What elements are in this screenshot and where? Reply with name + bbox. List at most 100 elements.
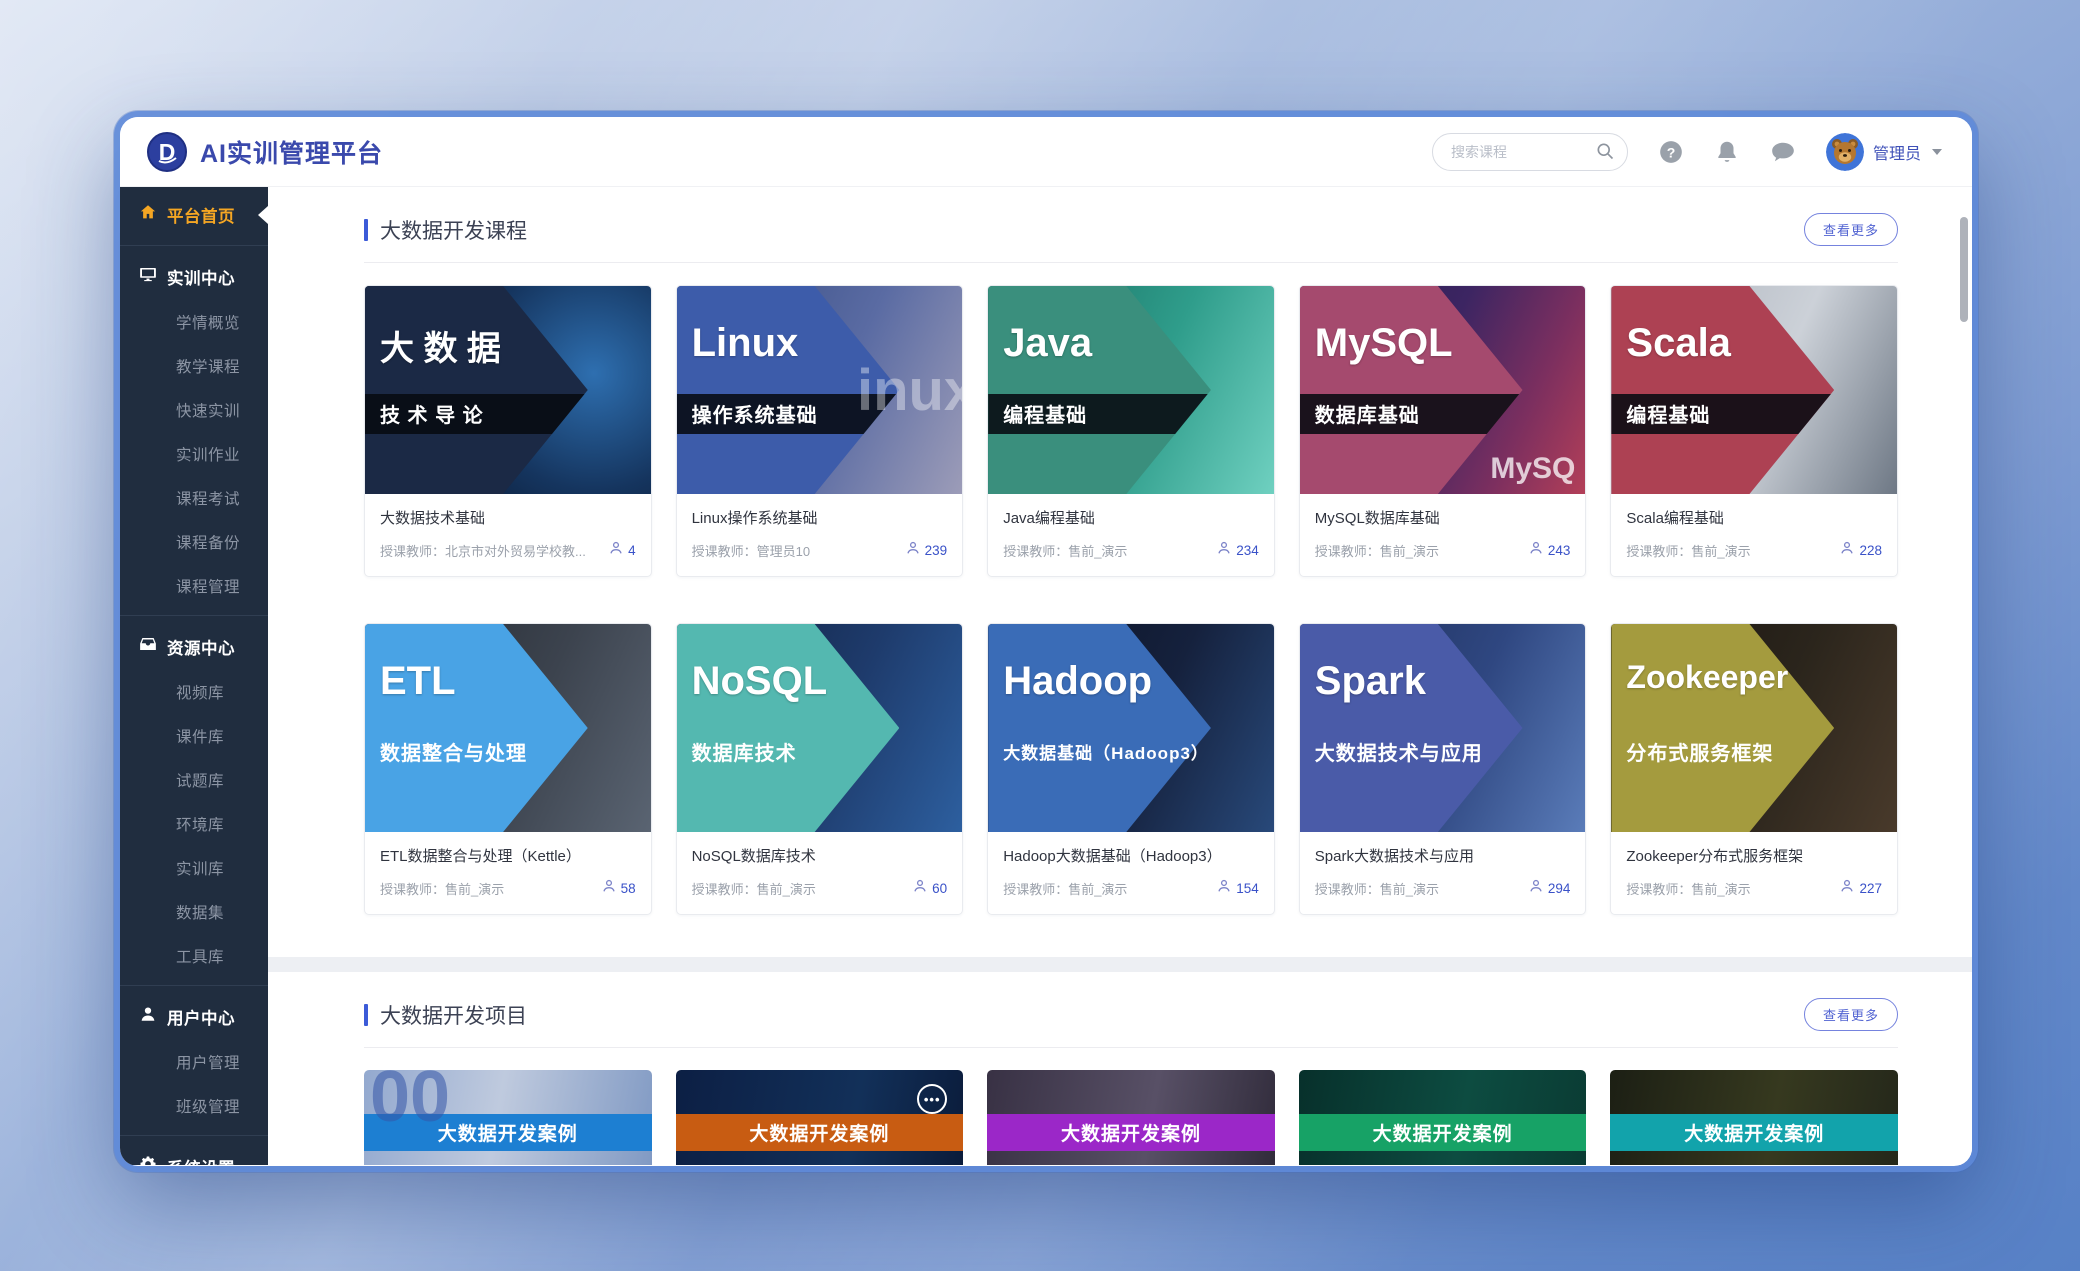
student-count-icon: [1528, 540, 1544, 561]
cover-subtitle: 操作系统基础: [692, 394, 818, 434]
sidebar-item-archive[interactable]: 资源中心: [120, 623, 268, 670]
help-icon[interactable]: ?: [1658, 139, 1684, 165]
ellipsis-badge-icon: •••: [917, 1084, 947, 1114]
sidebar-subitem-label: 实训作业: [176, 443, 240, 465]
course-card[interactable]: inuxLinux操作系统基础Linux操作系统基础授课教师：管理员10 239: [676, 285, 964, 577]
home-icon: [139, 203, 157, 226]
sidebar-subitem-label: 快速实训: [176, 399, 240, 421]
sidebar-item-monitor[interactable]: 实训中心: [120, 253, 268, 300]
student-count-icon: [912, 878, 928, 899]
course-title: ETL数据整合与处理（Kettle）: [380, 845, 636, 866]
course-info: Linux操作系统基础授课教师：管理员10239: [677, 494, 963, 576]
sidebar-subitem-label: 课程管理: [176, 575, 240, 597]
sidebar-subitem[interactable]: 试题库: [120, 758, 268, 802]
sidebar-subitem[interactable]: 实训作业: [120, 432, 268, 476]
course-card[interactable]: Hadoop大数据基础（Hadoop3）Hadoop大数据基础（Hadoop3）…: [987, 623, 1275, 915]
student-count-value: 243: [1548, 543, 1571, 558]
message-icon[interactable]: [1770, 139, 1796, 165]
sidebar-divider: [120, 1135, 268, 1136]
student-count-icon: [1216, 878, 1232, 899]
cover-title: MySQL: [1315, 321, 1453, 366]
student-count: 60: [912, 878, 947, 899]
course-card[interactable]: Java编程基础Java编程基础授课教师：售前_演示234: [987, 285, 1275, 577]
cover-title: 大 数 据: [380, 321, 501, 370]
sidebar-subitem[interactable]: 用户管理: [120, 1040, 268, 1084]
cover-text: Linux操作系统基础: [677, 286, 963, 494]
gear-icon: [139, 1155, 157, 1165]
sidebar-item-home[interactable]: 平台首页: [120, 191, 268, 238]
sidebar-subitem[interactable]: 快速实训: [120, 388, 268, 432]
sidebar-subitem[interactable]: 数据集: [120, 890, 268, 934]
course-cover: Zookeeper分布式服务框架: [1611, 624, 1897, 832]
student-count-value: 239: [925, 543, 948, 558]
sidebar-item-user[interactable]: 用户中心: [120, 993, 268, 1040]
view-more-courses-button[interactable]: 查看更多: [1804, 213, 1898, 246]
search-icon[interactable]: [1595, 141, 1615, 166]
project-card[interactable]: 大数据开发案例: [1610, 1070, 1898, 1165]
course-card[interactable]: Scala编程基础Scala编程基础授课教师：售前_演示228: [1610, 285, 1898, 577]
search-box: [1432, 133, 1628, 171]
sidebar-item-gear[interactable]: 系统设置: [120, 1143, 268, 1165]
sidebar-divider: [120, 615, 268, 616]
cover-subtitle: 分布式服务框架: [1626, 732, 1773, 772]
sidebar-subitem[interactable]: 视频库: [120, 670, 268, 714]
course-card[interactable]: MySQMySQL数据库基础MySQL数据库基础授课教师：售前_演示243: [1299, 285, 1587, 577]
sidebar-subitem[interactable]: 课件库: [120, 714, 268, 758]
course-card[interactable]: NoSQL数据库技术NoSQL数据库技术授课教师：售前_演示60: [676, 623, 964, 915]
sidebar-subitem[interactable]: 班级管理: [120, 1084, 268, 1128]
project-card[interactable]: •••大数据开发案例: [676, 1070, 964, 1165]
sidebar-subitem[interactable]: 工具库: [120, 934, 268, 978]
sidebar-subitem[interactable]: 环境库: [120, 802, 268, 846]
notification-bell-icon[interactable]: [1714, 139, 1740, 165]
student-count: 4: [608, 540, 636, 561]
sidebar-subitem-label: 课件库: [176, 725, 224, 747]
project-card[interactable]: 00大数据开发案例: [364, 1070, 652, 1165]
course-info: Hadoop大数据基础（Hadoop3） 授课教师：售前_演示 154: [988, 832, 1274, 914]
cover-title: ETL: [380, 659, 456, 704]
sidebar-subitem-label: 教学课程: [176, 355, 240, 377]
sidebar-subitem[interactable]: 课程备份: [120, 520, 268, 564]
sidebar-subitem-label: 视频库: [176, 681, 224, 703]
cover-title: Hadoop: [1003, 659, 1152, 704]
course-teacher: 授课教师：售前_演示: [1315, 541, 1520, 560]
sidebar-subitem-label: 工具库: [176, 945, 224, 967]
student-count: 228: [1839, 540, 1882, 561]
sidebar-subitem-label: 学情概览: [176, 311, 240, 333]
cover-text: Scala编程基础: [1611, 286, 1897, 494]
course-teacher: 授课教师：管理员10: [692, 541, 897, 560]
cover-text: Zookeeper分布式服务框架: [1611, 624, 1897, 832]
course-title: 大数据技术基础: [380, 507, 636, 528]
view-more-projects-button[interactable]: 查看更多: [1804, 998, 1898, 1031]
sidebar-subitem[interactable]: 学情概览: [120, 300, 268, 344]
course-card[interactable]: Spark大数据技术与应用Spark大数据技术与应用授课教师：售前_演示294: [1299, 623, 1587, 915]
sidebar-item-label: 系统设置: [167, 1155, 235, 1166]
user-menu[interactable]: 管理员: [1826, 133, 1942, 171]
course-title: NoSQL数据库技术: [692, 845, 948, 866]
course-title: Hadoop大数据基础（Hadoop3）: [1003, 845, 1259, 866]
sidebar-subitem-label: 课程备份: [176, 531, 240, 553]
user-name: 管理员: [1873, 140, 1921, 164]
course-card[interactable]: Zookeeper分布式服务框架Zookeeper分布式服务框架授课教师：售前_…: [1610, 623, 1898, 915]
student-count-value: 60: [932, 881, 947, 896]
sidebar-item-label: 用户中心: [167, 1005, 235, 1029]
sidebar-subitem[interactable]: 教学课程: [120, 344, 268, 388]
course-cover: Spark大数据技术与应用: [1300, 624, 1586, 832]
student-count-value: 228: [1859, 543, 1882, 558]
course-cover: inuxLinux操作系统基础: [677, 286, 963, 494]
sidebar-subitem[interactable]: 实训库: [120, 846, 268, 890]
sidebar-subitem[interactable]: 课程管理: [120, 564, 268, 608]
project-banner: 大数据开发案例: [987, 1114, 1275, 1151]
course-card[interactable]: 大 数 据技 术 导 论大数据技术基础授课教师：北京市对外贸易学校教...4: [364, 285, 652, 577]
cover-subtitle: 技 术 导 论: [380, 394, 484, 434]
scrollbar-thumb[interactable]: [1960, 217, 1968, 322]
student-count-value: 154: [1236, 881, 1259, 896]
sidebar-subitem-label: 试题库: [176, 769, 224, 791]
course-cover: Hadoop大数据基础（Hadoop3）: [988, 624, 1274, 832]
course-teacher: 授课教师：售前_演示: [1003, 879, 1208, 898]
project-card[interactable]: 大数据开发案例: [1299, 1070, 1587, 1165]
project-card[interactable]: 大数据开发案例: [987, 1070, 1275, 1165]
course-card[interactable]: ETL数据整合与处理ETL数据整合与处理（Kettle）授课教师：售前_演示58: [364, 623, 652, 915]
student-count: 227: [1839, 878, 1882, 899]
sidebar-subitem[interactable]: 课程考试: [120, 476, 268, 520]
section-courses: 大数据开发课程 查看更多 大 数 据技 术 导 论大数据技术基础授课教师：北京市…: [268, 187, 1972, 957]
